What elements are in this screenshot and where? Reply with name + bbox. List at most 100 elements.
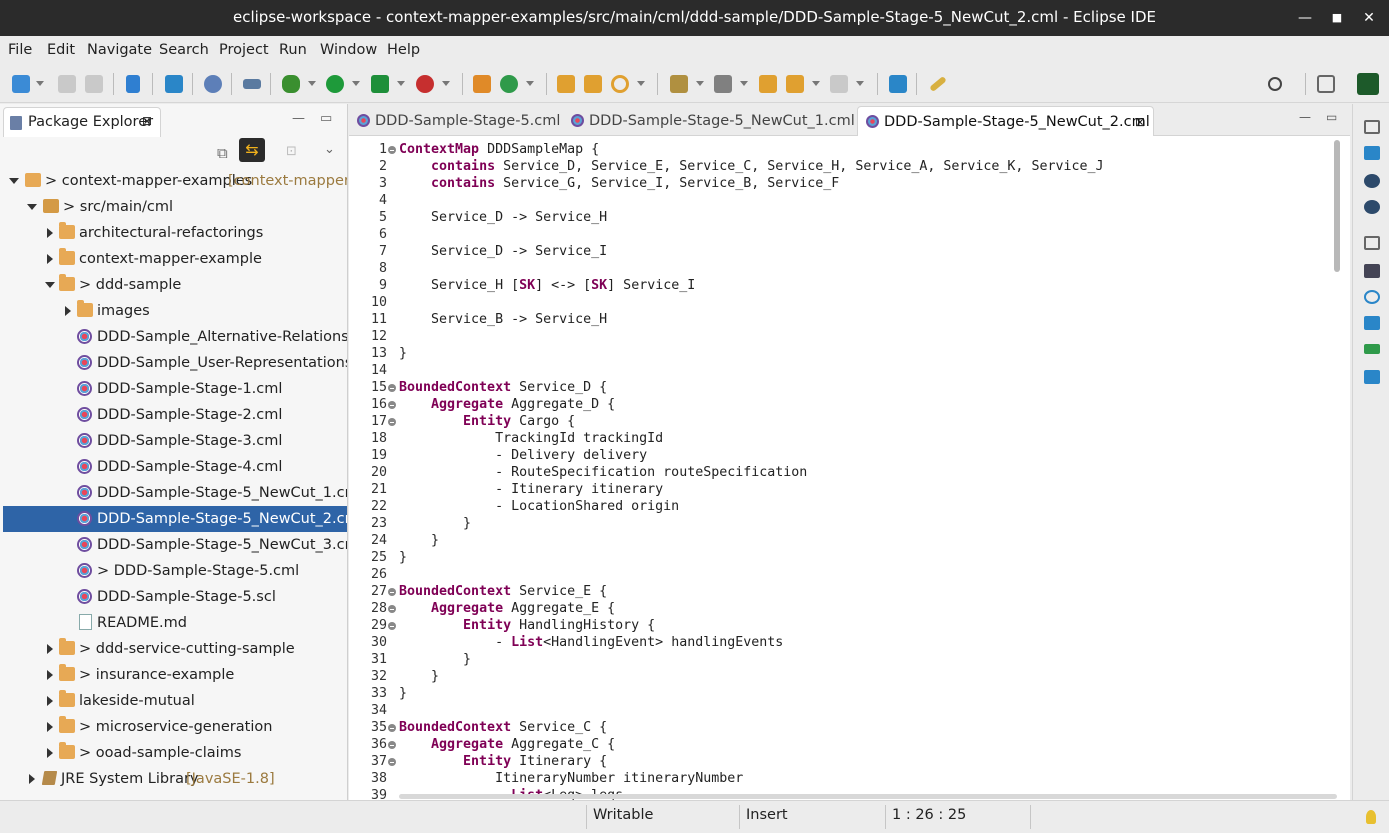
forward-dropdown-icon[interactable] xyxy=(856,81,864,86)
search-dropdown-icon[interactable] xyxy=(637,81,645,86)
menu-navigate[interactable]: Navigate xyxy=(87,42,152,58)
tree-item-context-mapper-example[interactable]: context-mapper-example xyxy=(3,246,347,272)
maximize-button[interactable]: ■ xyxy=(1328,9,1346,27)
tree-item-ooad-sample-claims[interactable]: > ooad-sample-claims xyxy=(3,740,347,766)
horizontal-scrollbar[interactable] xyxy=(399,794,1337,799)
fold-toggle-icon[interactable] xyxy=(388,758,396,766)
tree-item-file[interactable]: DDD-Sample-Stage-1.cml xyxy=(3,376,347,402)
coverage-icon[interactable] xyxy=(371,75,389,93)
collapse-arrow-icon[interactable] xyxy=(45,282,55,288)
new-dropdown-icon[interactable] xyxy=(36,81,44,86)
fold-toggle-icon[interactable] xyxy=(388,384,396,392)
tree-item-ddd-service-cutting-sample[interactable]: > ddd-service-cutting-sample xyxy=(3,636,347,662)
minimize-button[interactable]: — xyxy=(1296,9,1314,27)
collapse-all-icon[interactable]: ⧉ xyxy=(217,144,228,162)
javadoc-icon[interactable] xyxy=(1364,290,1380,304)
maximize-view-icon[interactable]: ▭ xyxy=(320,111,332,126)
ant-icon[interactable] xyxy=(243,79,261,89)
fold-toggle-icon[interactable] xyxy=(388,605,396,613)
close-view-icon[interactable]: ⊠ xyxy=(142,114,152,128)
view-menu-icon[interactable]: ⌄ xyxy=(324,142,335,157)
collapse-arrow-icon[interactable] xyxy=(9,178,19,184)
fold-toggle-icon[interactable] xyxy=(388,401,396,409)
annotation-prev-dropdown-icon[interactable] xyxy=(740,81,748,86)
menu-run[interactable]: Run xyxy=(279,42,307,58)
expand-arrow-icon[interactable] xyxy=(47,696,53,706)
last-edit-icon[interactable] xyxy=(759,75,777,93)
editor-tab-newcut-2[interactable]: DDD-Sample-Stage-5_NewCut_2.cml ⊠ xyxy=(857,106,1154,136)
problems-icon[interactable] xyxy=(1364,370,1380,384)
tree-item-file[interactable]: DDD-Sample-Stage-3.cml xyxy=(3,428,347,454)
open-type-icon[interactable] xyxy=(126,75,140,93)
fold-toggle-icon[interactable] xyxy=(388,622,396,630)
expand-arrow-icon[interactable] xyxy=(47,254,53,264)
code-editor[interactable]: ContextMap DDDSampleMap { contains Servi… xyxy=(399,137,1339,800)
collapse-arrow-icon[interactable] xyxy=(27,204,37,210)
expand-arrow-icon[interactable] xyxy=(47,722,53,732)
new-class-dropdown-icon[interactable] xyxy=(526,81,534,86)
expand-arrow-icon[interactable] xyxy=(47,644,53,654)
minimize-editor-icon[interactable]: — xyxy=(1299,110,1311,124)
back-dropdown-icon[interactable] xyxy=(812,81,820,86)
expand-arrow-icon[interactable] xyxy=(47,748,53,758)
menu-project[interactable]: Project xyxy=(219,42,269,58)
tree-item-file[interactable]: DDD-Sample-Stage-5.scl xyxy=(3,584,347,610)
java-perspective-icon[interactable] xyxy=(1357,73,1379,95)
run-icon[interactable] xyxy=(326,75,344,93)
tree-item-lakeside-mutual[interactable]: lakeside-mutual xyxy=(3,688,347,714)
restore-icon[interactable] xyxy=(1364,120,1380,134)
back-icon[interactable] xyxy=(786,75,804,93)
monitor-icon[interactable] xyxy=(165,75,183,93)
new-icon[interactable] xyxy=(12,75,30,93)
tree-item-file[interactable]: DDD-Sample-Stage-5_NewCut_1.cml xyxy=(3,480,347,506)
tree-item-microservice-generation[interactable]: > microservice-generation xyxy=(3,714,347,740)
open-folder-icon[interactable] xyxy=(557,75,575,93)
tree-item-architectural-refactorings[interactable]: architectural-refactorings xyxy=(3,220,347,246)
tree-item-file[interactable]: DDD-Sample-Stage-4.cml xyxy=(3,454,347,480)
fold-toggle-icon[interactable] xyxy=(388,741,396,749)
search-toolbar-icon[interactable] xyxy=(611,75,629,93)
tree-item-ddd-sample[interactable]: > ddd-sample xyxy=(3,272,347,298)
close-tab-icon[interactable]: ⊠ xyxy=(1135,107,1145,137)
external-tools-dropdown-icon[interactable] xyxy=(442,81,450,86)
debug-dropdown-icon[interactable] xyxy=(308,81,316,86)
ant-view-2-icon[interactable] xyxy=(1364,200,1380,214)
link-with-editor-icon[interactable]: ⇆ xyxy=(239,138,265,162)
tree-item-file[interactable]: DDD-Sample-Stage-5_NewCut_3.cml xyxy=(3,532,347,558)
close-window-button[interactable]: ✕ xyxy=(1360,9,1378,27)
forward-icon[interactable] xyxy=(830,75,848,93)
annotation-prev-icon[interactable] xyxy=(714,75,732,93)
menu-file[interactable]: File xyxy=(8,42,32,58)
package-explorer-tab[interactable]: Package Explorer ⊠ xyxy=(3,107,161,137)
skip-breakpoints-icon[interactable] xyxy=(204,75,222,93)
maximize-editor-icon[interactable]: ▭ xyxy=(1326,110,1337,124)
save-icon[interactable] xyxy=(58,75,76,93)
tree-item-jre-system-library[interactable]: JRE System Library [JavaSE-1.8] xyxy=(3,766,347,792)
tree-item-insurance-example[interactable]: > insurance-example xyxy=(3,662,347,688)
focus-icon[interactable]: ⊡ xyxy=(286,144,297,159)
declaration-icon[interactable] xyxy=(1364,316,1380,330)
console-icon[interactable] xyxy=(1364,344,1380,354)
outline-icon[interactable] xyxy=(1364,264,1380,278)
minimize-view-icon[interactable]: — xyxy=(292,111,305,126)
vertical-scrollbar[interactable] xyxy=(1334,140,1340,272)
tree-item-context-mapper-examples[interactable]: > context-mapper-examples [context-mappe… xyxy=(3,168,347,194)
expand-arrow-icon[interactable] xyxy=(65,306,71,316)
type-hierarchy-icon[interactable] xyxy=(1364,146,1380,160)
tree-item-images[interactable]: images xyxy=(3,298,347,324)
tree-item-file[interactable]: > DDD-Sample-Stage-5.cml xyxy=(3,558,347,584)
menu-search[interactable]: Search xyxy=(159,42,209,58)
highlighter-icon[interactable] xyxy=(929,75,947,93)
fold-toggle-icon[interactable] xyxy=(388,724,396,732)
external-tools-icon[interactable] xyxy=(416,75,434,93)
expand-arrow-icon[interactable] xyxy=(47,670,53,680)
run-dropdown-icon[interactable] xyxy=(352,81,360,86)
quick-access-search-icon[interactable] xyxy=(1268,77,1282,91)
fold-toggle-icon[interactable] xyxy=(388,418,396,426)
menu-edit[interactable]: Edit xyxy=(47,42,75,58)
save-all-icon[interactable] xyxy=(85,75,103,93)
tree-item-file[interactable]: DDD-Sample_Alternative-Relationship- xyxy=(3,324,347,350)
fold-toggle-icon[interactable] xyxy=(388,146,396,154)
coverage-dropdown-icon[interactable] xyxy=(397,81,405,86)
ant-view-icon[interactable] xyxy=(1364,174,1380,188)
